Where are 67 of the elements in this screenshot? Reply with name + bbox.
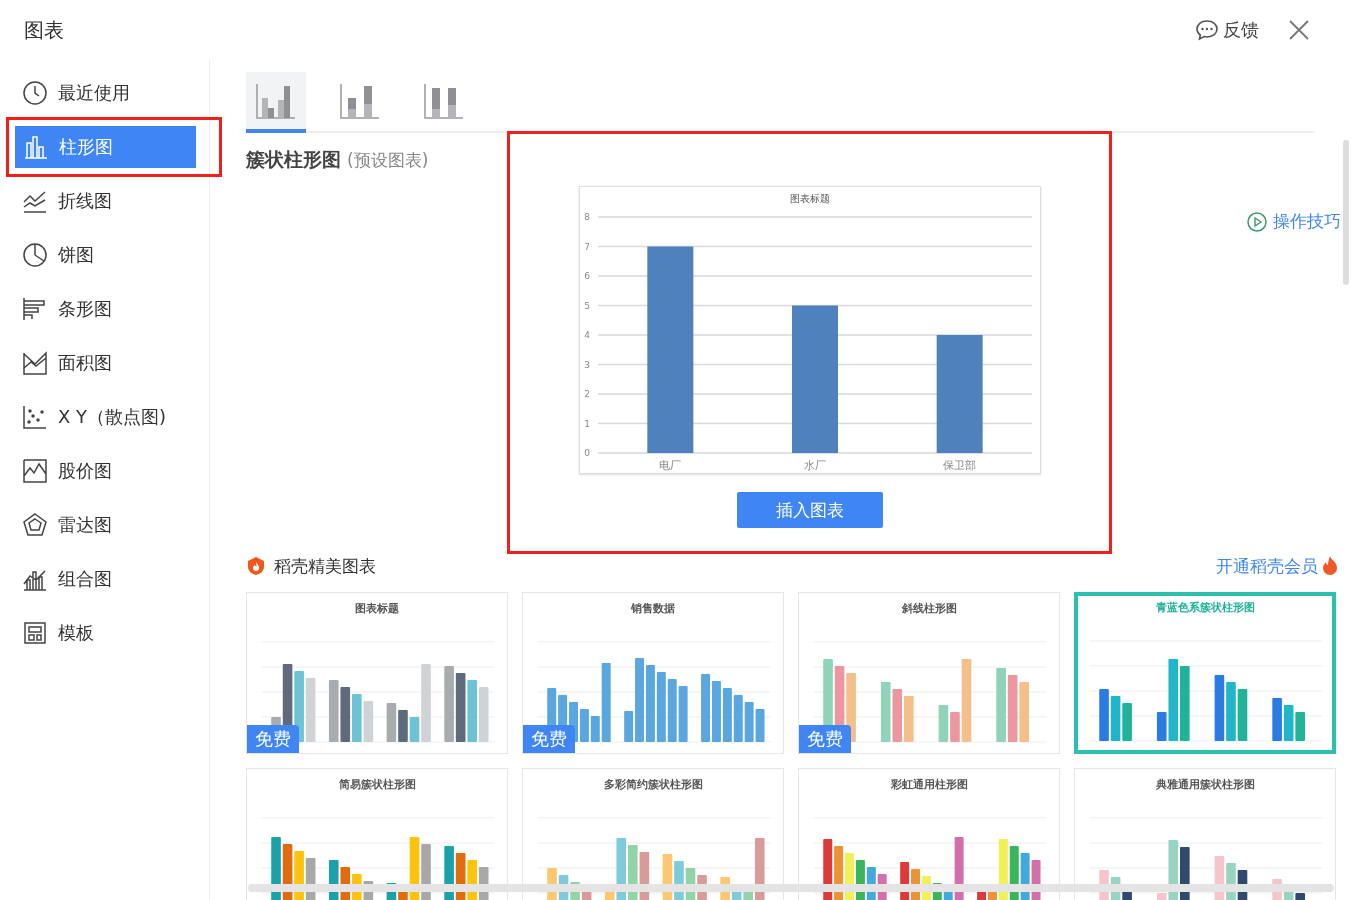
template-card[interactable]: 图表标题 免费 <box>246 592 508 754</box>
sidebar-item[interactable]: 股价图 <box>14 450 195 492</box>
y-tick-label: 0 <box>583 448 590 458</box>
free-badge: 免费 <box>523 725 575 753</box>
x-tick-label: 水厂 <box>803 459 826 472</box>
preset-note: (预设图表) <box>347 149 429 172</box>
y-tick-label: 3 <box>583 359 590 370</box>
y-tick-label: 6 <box>583 271 590 281</box>
membership-link[interactable]: 开通稻壳会员 <box>1216 554 1338 578</box>
area-chart-icon <box>22 350 48 376</box>
x-tick-label: 保卫部 <box>942 459 976 472</box>
template-title: 销售数据 <box>631 601 675 616</box>
free-badge: 免费 <box>247 725 299 753</box>
stock-chart-icon <box>22 458 48 484</box>
flame-icon <box>1322 556 1338 576</box>
feedback-button[interactable]: 反馈 <box>1195 18 1259 42</box>
gallery-title: 稻壳精美图表 <box>246 554 376 578</box>
scrollbar[interactable] <box>1343 140 1349 285</box>
free-badge: 免费 <box>799 725 851 753</box>
play-circle-icon <box>1247 211 1267 232</box>
chat-bubble-icon <box>1195 19 1219 41</box>
x-tick-label: 电厂 <box>658 459 681 472</box>
template-icon <box>22 620 48 646</box>
flame-badge-icon <box>246 556 266 576</box>
sidebar-item[interactable]: 柱形图 <box>15 126 196 168</box>
scatter-icon <box>22 404 48 430</box>
pie-chart-icon <box>22 242 48 268</box>
template-title: 斜线柱形图 <box>901 601 957 616</box>
clustered-column-tab[interactable] <box>246 72 306 133</box>
clock-icon <box>22 80 48 106</box>
radar-icon <box>22 512 48 538</box>
sidebar-item[interactable]: 最近使用 <box>14 72 195 114</box>
template-title: 图表标题 <box>355 601 399 616</box>
y-tick-label: 5 <box>583 300 590 311</box>
sidebar-item[interactable]: 面积图 <box>14 342 195 384</box>
y-tick-label: 1 <box>583 418 590 429</box>
horizontal-scrollbar[interactable] <box>248 884 1334 892</box>
template-card[interactable]: 斜线柱形图 免费 <box>798 592 1060 754</box>
window-title: 图表 <box>24 16 64 44</box>
template-title: 青蓝色系簇状柱形图 <box>1155 600 1255 615</box>
close-icon[interactable] <box>1289 20 1309 40</box>
template-title: 彩虹通用柱形图 <box>890 777 968 792</box>
sidebar-item[interactable]: 折线图 <box>14 180 195 222</box>
sidebar-item[interactable]: 饼图 <box>14 234 195 276</box>
sidebar-item[interactable]: 组合图 <box>14 558 195 600</box>
insert-chart-button[interactable]: 插入图表 <box>736 492 883 528</box>
tips-link[interactable]: 操作技巧 <box>1247 210 1341 233</box>
y-tick-label: 7 <box>583 241 590 252</box>
sidebar-item[interactable]: 条形图 <box>14 288 195 330</box>
sidebar-item[interactable]: X Y（散点图) <box>14 396 195 438</box>
horizontal-bar-icon <box>22 296 48 322</box>
chart-title: 图表标题 <box>789 193 830 204</box>
y-tick-label: 4 <box>583 330 590 340</box>
template-title: 典雅通用簇状柱形图 <box>1155 777 1255 792</box>
percent-stacked-column-icon <box>423 81 465 120</box>
clustered-column-icon <box>255 81 297 120</box>
template-title: 简易簇状柱形图 <box>338 777 416 792</box>
chart-type-title: 簇状柱形图 <box>246 147 341 172</box>
sidebar-item[interactable]: 模板 <box>14 612 195 654</box>
line-chart-icon <box>22 188 48 214</box>
y-tick-label: 2 <box>583 389 590 399</box>
stacked-column-icon <box>339 81 381 120</box>
y-tick-label: 8 <box>583 212 590 222</box>
template-card[interactable]: 销售数据 免费 <box>522 592 784 754</box>
sidebar-item[interactable]: 雷达图 <box>14 504 195 546</box>
template-title: 多彩简约簇状柱形图 <box>603 777 703 792</box>
bar-chart-icon <box>23 134 49 160</box>
